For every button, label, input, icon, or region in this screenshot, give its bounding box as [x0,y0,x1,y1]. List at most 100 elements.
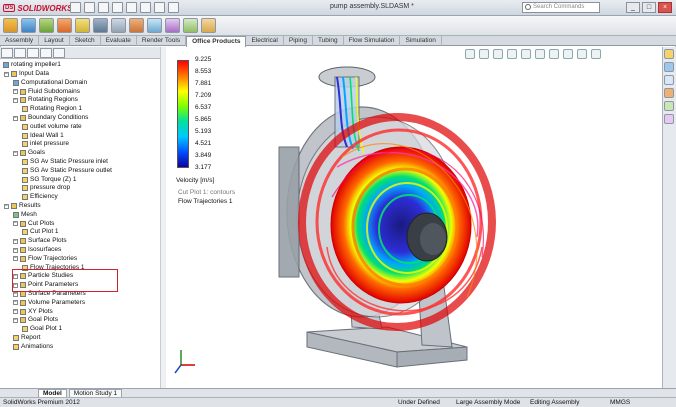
tree-item-boundary-conditions[interactable]: − Boundary Conditions [13,114,88,122]
options-icon[interactable] [168,2,179,13]
new-motion-study-icon[interactable] [165,18,180,33]
configuration-manager-tab-icon[interactable] [27,48,39,58]
tree-item-input-data[interactable]: − Input Data [4,70,49,78]
undo-icon[interactable] [126,2,137,13]
tree-item-label: inlet pressure [30,140,70,148]
design-library-icon[interactable] [664,62,674,72]
expand-toggle-icon[interactable]: − [13,150,18,156]
tree-item-ideal-wall-1[interactable]: Ideal Wall 1 [22,132,64,140]
tree-item-flow-trajectories[interactable]: − Flow Trajectories [13,255,77,263]
new-document-icon[interactable] [70,2,81,13]
tree-item-surface-plots[interactable]: − Surface Plots [13,237,67,245]
tree-item-animations[interactable]: Animations [13,343,53,351]
tree-item-goal-plot-1[interactable]: Goal Plot 1 [22,325,62,333]
assembly-features-icon[interactable] [129,18,144,33]
insert-components-icon[interactable] [3,18,18,33]
reference-geometry-icon[interactable] [147,18,162,33]
tree-root[interactable]: rotating impeller1 [3,61,61,69]
tree-item-sg-av-static-pressure-inlet[interactable]: SG Av Static Pressure inlet [22,158,108,166]
tree-scrollbar[interactable] [160,47,166,388]
graphics-area[interactable]: 9.225 8.553 7.881 7.209 6.537 5.865 5.193 4.521… [167,47,662,388]
tab-tubing[interactable]: Tubing [313,36,344,46]
expand-toggle-icon[interactable]: − [13,97,18,103]
bill-of-materials-icon[interactable] [183,18,198,33]
select-icon[interactable] [140,2,151,13]
mate-icon[interactable] [21,18,36,33]
tab-sketch[interactable]: Sketch [70,36,101,46]
component-preview-icon[interactable] [39,18,54,33]
flow-analysis-tree-tab-icon[interactable] [53,48,65,58]
appearances-icon[interactable] [664,101,674,111]
tree-item-mesh[interactable]: Mesh [13,211,37,219]
tab-simulation[interactable]: Simulation [400,36,442,46]
tab-electrical[interactable]: Electrical [246,36,284,46]
tree-item-fluid-subdomains[interactable]: − Fluid Subdomains [13,88,80,96]
custom-properties-icon[interactable] [664,114,674,124]
tree-item-rotating-region-1[interactable]: Rotating Region 1 [22,105,82,113]
property-manager-tab-icon[interactable] [14,48,26,58]
file-explorer-icon[interactable] [664,75,674,85]
exploded-view-icon[interactable] [201,18,216,33]
linear-pattern-icon[interactable] [57,18,72,33]
tree-item-sg-torque-z-1[interactable]: SG Torque (Z) 1 [22,176,76,184]
folder-icon [20,150,26,157]
tree-item-xy-plots[interactable]: − XY Plots [13,308,53,316]
expand-toggle-icon[interactable]: − [13,309,18,315]
item-icon [22,229,28,236]
tree-item-inlet-pressure[interactable]: inlet pressure [22,140,69,148]
smart-fasteners-icon[interactable] [75,18,90,33]
tab-piping[interactable]: Piping [284,36,313,46]
search-commands-input[interactable]: Search Commands [522,2,600,13]
expand-toggle-icon[interactable]: − [13,300,18,306]
solidworks-resources-icon[interactable] [664,49,674,59]
tab-office-products[interactable]: Office Products [186,36,247,47]
dimxpert-tab-icon[interactable] [40,48,52,58]
tree-item-rotating-regions[interactable]: − Rotating Regions [13,96,78,104]
move-component-icon[interactable] [93,18,108,33]
tree-item-label: Goal Plot 1 [30,325,63,333]
tab-assembly[interactable]: Assembly [0,36,40,46]
show-hidden-icon[interactable] [111,18,126,33]
tree-item-outlet-volume-rate[interactable]: outlet volume rate [22,123,82,131]
tree-item-goal-plots[interactable]: − Goal Plots [13,316,58,324]
status-units[interactable]: MMGS [610,398,630,407]
rebuild-icon[interactable] [154,2,165,13]
expand-toggle-icon[interactable]: − [13,291,18,297]
tree-item-goals[interactable]: − Goals [13,149,45,157]
expand-toggle-icon[interactable]: − [13,247,18,253]
minimize-button[interactable]: _ [626,2,640,13]
tree-item-volume-parameters[interactable]: − Volume Parameters [13,299,85,307]
solidworks-logo[interactable]: DS SOLIDWORKS [3,2,72,14]
tree-item-isosurfaces[interactable]: − Isosurfaces [13,246,61,254]
save-icon[interactable] [98,2,109,13]
tree-item-cut-plot-1[interactable]: Cut Plot 1 [22,228,59,236]
expand-toggle-icon[interactable]: − [13,317,18,323]
expand-toggle-icon[interactable]: − [13,115,18,121]
tree-item-cut-plots[interactable]: − Cut Plots [13,220,54,228]
expand-toggle-icon[interactable]: − [4,71,9,77]
tree-item-pressure-drop[interactable]: pressure drop [22,184,70,192]
restore-button[interactable]: □ [642,2,656,13]
tree-item-sg-av-static-pressure-outlet[interactable]: SG Av Static Pressure outlet [22,167,112,175]
tree-item-results[interactable]: − Results [4,202,41,210]
expand-toggle-icon[interactable]: − [13,89,18,95]
expand-toggle-icon[interactable]: − [13,256,18,262]
tab-flow-simulation[interactable]: Flow Simulation [344,36,401,46]
expand-toggle-icon[interactable]: − [13,221,18,227]
tree-item-label: Mesh [21,210,37,218]
close-button[interactable]: × [658,2,672,13]
view-palette-icon[interactable] [664,88,674,98]
open-icon[interactable] [84,2,95,13]
tree-item-computational-domain[interactable]: Computational Domain [13,79,87,87]
folder-icon [20,88,26,95]
tab-render-tools[interactable]: Render Tools [137,36,187,46]
expand-toggle-icon[interactable]: − [4,203,9,209]
tree-root-label: rotating impeller1 [11,61,61,68]
print-icon[interactable] [112,2,123,13]
tree-item-efficiency[interactable]: Efficiency [22,193,58,201]
tree-item-report[interactable]: Report [13,334,41,342]
tab-layout[interactable]: Layout [39,36,70,46]
feature-manager-tab-icon[interactable] [1,48,13,58]
expand-toggle-icon[interactable]: − [13,238,18,244]
tab-evaluate[interactable]: Evaluate [101,36,137,46]
